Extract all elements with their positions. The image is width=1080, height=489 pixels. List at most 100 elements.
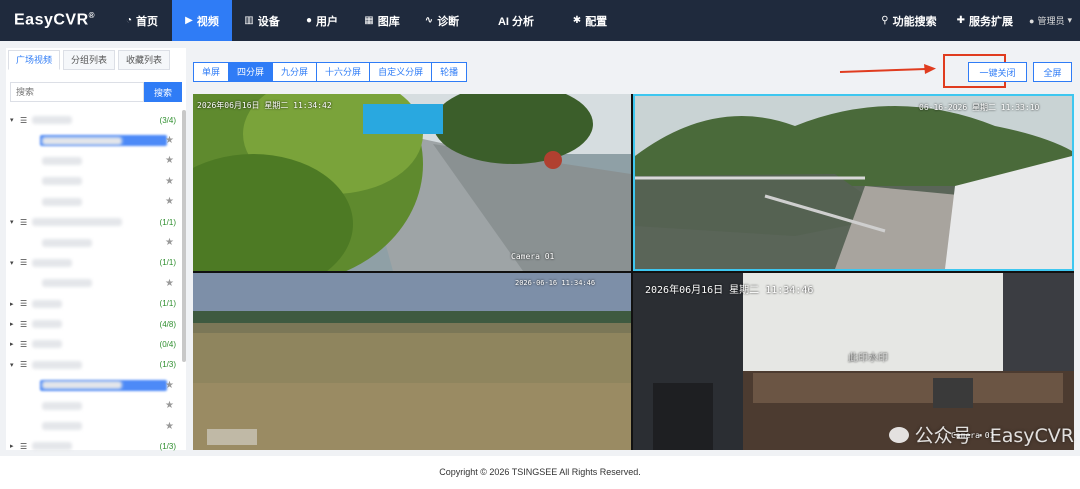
video-cell-2[interactable]: 06-16-2026 星期二 11:33:10 — [633, 94, 1074, 271]
tree-channel[interactable]: ★ — [10, 151, 180, 171]
user-menu[interactable]: ● 管理员 ▾ — [1023, 14, 1080, 27]
tree-group[interactable]: ▸ ☰ (0/4) — [10, 334, 180, 354]
video-timestamp: 2026年06月16日 星期二 11:34:46 — [645, 285, 814, 296]
nav-item-0[interactable]: ◔ 首页 — [112, 0, 172, 41]
nav-item-label: 用户 — [316, 15, 339, 28]
redacted-label — [42, 156, 82, 165]
star-icon[interactable]: ★ — [165, 155, 174, 166]
tree-group[interactable]: ▸ ☰ (4/8) — [10, 314, 180, 334]
nav-item-2[interactable]: ▥ 设备 — [232, 0, 292, 41]
footer: Copyright © 2026 TSINGSEE All Rights Res… — [0, 456, 1080, 489]
redacted-label — [32, 340, 62, 349]
nav-item-3[interactable]: ● 用户 — [292, 0, 352, 41]
camera-label: Camera 01 — [511, 252, 555, 261]
chevron-right-icon[interactable]: ▸ — [10, 442, 20, 450]
tree-channel[interactable]: ★ — [10, 171, 180, 191]
sidebar-scrollbar[interactable] — [182, 110, 186, 362]
puzzle-icon: ✚ — [956, 14, 966, 26]
chevron-down-icon: ▾ — [1067, 15, 1072, 25]
online-count: (1/1) — [159, 258, 176, 268]
feature-search-button[interactable]: ⚲ 功能搜索 — [871, 0, 946, 41]
star-icon[interactable]: ★ — [165, 196, 174, 207]
online-count: (0/4) — [159, 339, 176, 349]
tree-group[interactable]: ▾ ☰ (1/1) — [10, 212, 180, 232]
star-icon[interactable]: ★ — [165, 400, 174, 411]
group-icon: ☰ — [20, 339, 28, 349]
nav-item-6[interactable]: AI 分析 — [472, 0, 560, 41]
video-cell-3[interactable]: 2026-06-16 11:34:46 — [193, 273, 631, 450]
layout-option-2[interactable]: 九分屏 — [273, 62, 318, 82]
nav-item-label: 图库 — [377, 15, 400, 28]
device-sidebar: 广场视频分组列表收藏列表 搜索 ▾☰(3/4)★★★★▾☰(1/1)★▾☰(1/… — [6, 48, 186, 451]
sidebar-tab-1[interactable]: 分组列表 — [63, 50, 116, 70]
device-search-button[interactable]: 搜索 — [144, 82, 182, 102]
chevron-down-icon[interactable]: ▾ — [10, 218, 20, 226]
star-icon[interactable]: ★ — [165, 380, 174, 391]
star-icon[interactable]: ★ — [165, 278, 174, 289]
nav-item-4[interactable]: ▦ 图库 — [352, 0, 412, 41]
group-icon: ☰ — [20, 217, 28, 227]
nav-item-label: 首页 — [136, 15, 159, 28]
fullscreen-button[interactable]: 全屏 — [1033, 62, 1072, 82]
online-count: (1/3) — [159, 441, 176, 451]
chevron-right-icon[interactable]: ▸ — [10, 320, 20, 328]
video-timestamp: 2026-06-16 11:34:46 — [515, 279, 596, 287]
redacted-label — [32, 360, 82, 369]
redacted-label — [32, 299, 62, 308]
redacted-label — [32, 218, 122, 227]
chat-icon — [888, 426, 909, 443]
star-icon[interactable]: ★ — [165, 421, 174, 432]
chevron-right-icon[interactable]: ▸ — [10, 340, 20, 348]
sidebar-tab-2[interactable]: 收藏列表 — [118, 50, 171, 70]
star-icon[interactable]: ★ — [165, 176, 174, 187]
redacted-label — [42, 279, 92, 288]
device-search-input[interactable] — [10, 82, 144, 102]
pulse-icon: ∿ — [424, 14, 434, 26]
star-icon[interactable]: ★ — [165, 237, 174, 248]
chevron-down-icon[interactable]: ▾ — [10, 259, 20, 267]
online-count: (3/4) — [159, 115, 176, 125]
online-count: (1/3) — [159, 360, 176, 370]
layout-option-3[interactable]: 十六分屏 — [317, 62, 371, 82]
watermark: 公众号 · EasyCVR — [888, 421, 1074, 448]
gallery-icon: ▦ — [364, 14, 374, 26]
layout-option-5[interactable]: 轮播 — [432, 62, 468, 82]
redacted-label — [42, 197, 82, 206]
app-logo[interactable]: EasyCVR® — [0, 11, 112, 29]
tree-channel[interactable]: ★ — [10, 130, 180, 150]
layout-option-4[interactable]: 自定义分屏 — [370, 62, 433, 82]
tree-group[interactable]: ▸ ☰ (1/1) — [10, 294, 180, 314]
tree-group[interactable]: ▸ ☰ (1/3) — [10, 436, 180, 456]
chevron-down-icon[interactable]: ▾ — [10, 116, 20, 124]
tree-channel[interactable]: ★ — [10, 375, 180, 395]
layout-option-1[interactable]: 四分屏 — [229, 62, 274, 82]
sidebar-tabs: 广场视频 分组列表 收藏列表 — [8, 50, 186, 70]
layout-option-0[interactable]: 单屏 — [193, 62, 230, 82]
tree-channel[interactable]: ★ — [10, 395, 180, 415]
nav-item-7[interactable]: ✱ 配置 — [560, 0, 620, 41]
gear-icon: ✱ — [572, 14, 582, 26]
group-icon: ☰ — [20, 299, 28, 309]
nav-item-label: AI 分析 — [497, 15, 535, 28]
service-extension-button[interactable]: ✚ 服务扩展 — [947, 0, 1023, 41]
close-all-button[interactable]: 一键关闭 — [968, 62, 1027, 82]
nav-item-1[interactable]: ▶ 视频 — [172, 0, 232, 41]
sidebar-tab-0[interactable]: 广场视频 — [8, 50, 61, 70]
tree-group[interactable]: ▾ ☰ (3/4) — [10, 110, 180, 130]
star-icon[interactable]: ★ — [165, 135, 174, 146]
nav-item-5[interactable]: ∿ 诊断 — [412, 0, 472, 41]
tree-group[interactable]: ▾ ☰ (1/3) — [10, 355, 180, 375]
video-cell-1[interactable]: 2026年06月16日 星期二 11:34:42 Camera 01 — [193, 94, 631, 271]
nav-item-label: 配置 — [585, 15, 608, 28]
tree-group[interactable]: ▾ ☰ (1/1) — [10, 253, 180, 273]
search-icon: ⚲ — [881, 14, 889, 26]
chevron-right-icon[interactable]: ▸ — [10, 300, 20, 308]
online-count: (1/1) — [159, 299, 176, 309]
online-count: (1/1) — [159, 217, 176, 227]
tree-channel[interactable]: ★ — [10, 232, 180, 252]
tree-channel[interactable]: ★ — [10, 273, 180, 293]
tree-channel[interactable]: ★ — [10, 416, 180, 436]
chevron-down-icon[interactable]: ▾ — [10, 361, 20, 369]
tree-channel[interactable]: ★ — [10, 192, 180, 212]
video-grid: 2026年06月16日 星期二 11:34:42 Camera 01 06-16… — [193, 94, 1074, 450]
